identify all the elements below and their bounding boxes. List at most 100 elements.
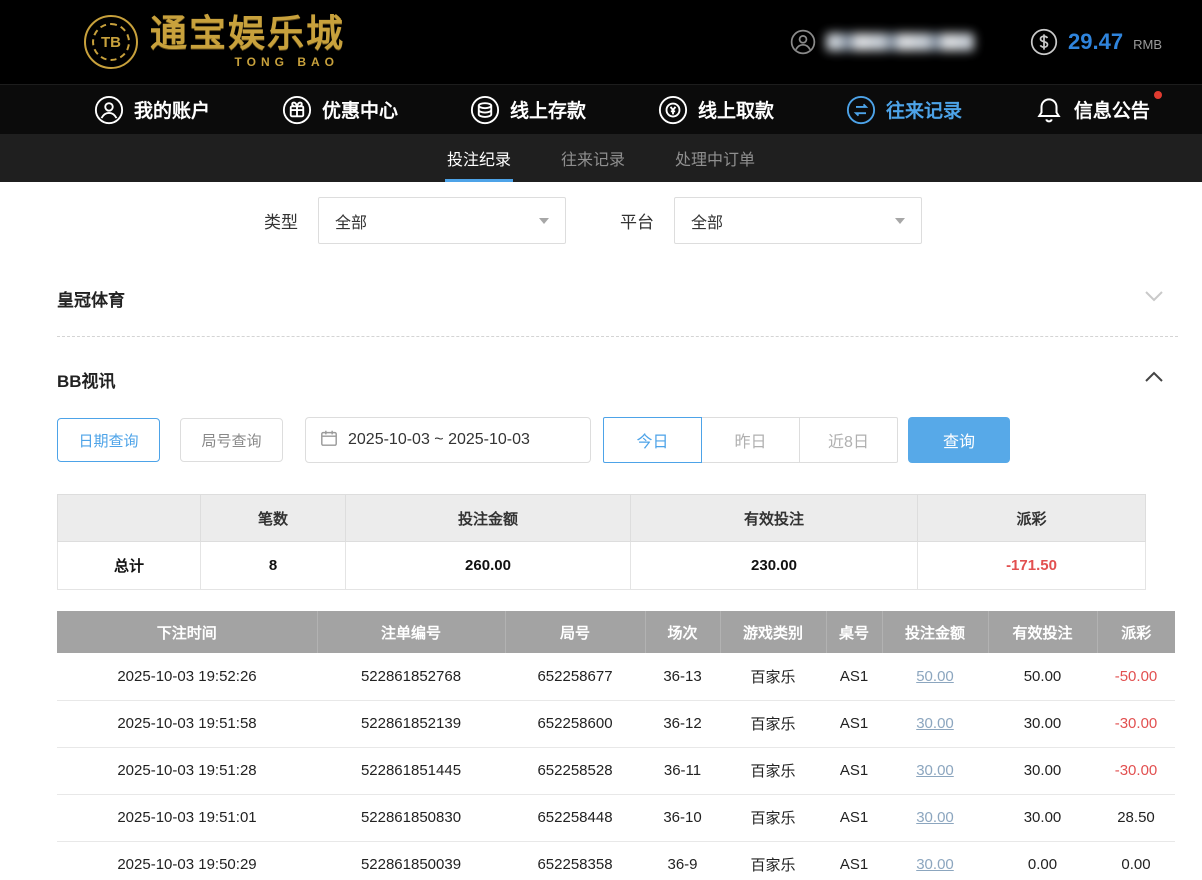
cell-round: 652258677	[505, 653, 645, 701]
platform-select[interactable]: 全部	[674, 197, 922, 244]
yesterday-button[interactable]: 昨日	[701, 417, 800, 463]
nav-label: 我的账户	[134, 101, 211, 122]
tab-pending-orders[interactable]: 处理中订单	[673, 134, 757, 182]
tab-bet-records[interactable]: 投注纪录	[444, 134, 513, 182]
payout-cell: -30.00	[1097, 700, 1175, 748]
bet-amount-link[interactable]: 50.00	[916, 668, 954, 685]
cell-session: 36-10	[645, 794, 720, 842]
cell-bet-id: 522861850830	[317, 794, 505, 842]
type-filter-label: 类型	[264, 213, 298, 232]
header-table: 桌号	[826, 611, 883, 653]
cell-table: AS1	[826, 747, 882, 795]
summary-total-row: 总计 8 260.00 230.00 -171.50	[57, 541, 1146, 590]
nav-item-withdraw[interactable]: 线上取款	[658, 95, 774, 125]
filter-row: 类型 全部 平台 全部	[0, 182, 1202, 258]
last8days-button[interactable]: 近8日	[799, 417, 898, 463]
cell-bet-id: 522861852139	[317, 700, 505, 748]
user-account[interactable]	[790, 29, 975, 55]
cell-valid: 30.00	[988, 747, 1097, 795]
platform-filter-label: 平台	[620, 213, 654, 232]
section-crown-sports[interactable]: 皇冠体育	[0, 276, 1202, 320]
cell-round: 652258528	[505, 747, 645, 795]
payout-cell: -50.00	[1097, 653, 1175, 701]
type-select[interactable]: 全部	[318, 197, 566, 244]
chevron-down-icon[interactable]	[1144, 289, 1164, 307]
cell-game: 百家乐	[720, 700, 826, 748]
deposit-icon	[470, 95, 500, 125]
tb-monogram: TB	[92, 23, 130, 61]
cell-bet-id: 522861851445	[317, 747, 505, 795]
summary-total-label: 总计	[57, 541, 201, 590]
avatar-icon	[790, 29, 816, 55]
quick-range-group: 今日 昨日 近8日	[603, 417, 898, 463]
date-query-button[interactable]: 日期查询	[57, 418, 160, 462]
nav-label: 往来记录	[885, 101, 962, 122]
nav-item-deposit[interactable]: 线上存款	[470, 95, 586, 125]
header-time: 下注时间	[57, 611, 318, 653]
cell-round: 652258448	[505, 794, 645, 842]
nav-item-promotions[interactable]: 优惠中心	[282, 95, 398, 125]
bb-query-controls: 日期查询 局号查询 2025-10-03 ~ 2025-10-03 今日 昨日 …	[57, 417, 1202, 463]
section-bb-live[interactable]: BB视讯	[0, 357, 1202, 401]
search-button[interactable]: 查询	[908, 417, 1010, 463]
calendar-icon	[320, 429, 338, 452]
cell-game: 百家乐	[720, 794, 826, 842]
cell-valid: 30.00	[988, 700, 1097, 748]
cell-game: 百家乐	[720, 747, 826, 795]
cell-table: AS1	[826, 794, 882, 842]
round-query-button[interactable]: 局号查询	[180, 418, 283, 462]
header-round: 局号	[505, 611, 646, 653]
balance-currency: RMB	[1133, 37, 1162, 52]
summary-header-payout: 派彩	[917, 494, 1146, 542]
cell-table: AS1	[826, 841, 882, 880]
nav-item-my-account[interactable]: 我的账户	[94, 95, 210, 125]
user-icon	[94, 95, 124, 125]
cell-session: 36-13	[645, 653, 720, 701]
summary-header-valid-bet: 有效投注	[630, 494, 918, 542]
cell-session: 36-11	[645, 747, 720, 795]
payout-cell: 28.50	[1097, 794, 1175, 842]
payout-cell: 0.00	[1097, 841, 1175, 880]
bet-records-table: 下注时间 注单编号 局号 场次 游戏类别 桌号 投注金额 有效投注 派彩 202…	[57, 611, 1175, 880]
table-row: 2025-10-03 19:50:29 522861850039 6522583…	[57, 841, 1175, 880]
bet-amount-link[interactable]: 30.00	[916, 856, 954, 873]
records-icon	[846, 95, 876, 125]
today-button[interactable]: 今日	[603, 417, 702, 463]
cell-time: 2025-10-03 19:51:01	[57, 794, 317, 842]
nav-item-records[interactable]: 往来记录	[846, 95, 962, 125]
summary-count: 8	[200, 541, 346, 590]
balance-display: 29.47 RMB	[1030, 28, 1162, 56]
chevron-up-icon[interactable]	[1144, 370, 1164, 388]
nav-label: 线上取款	[697, 101, 774, 122]
nav-label: 线上存款	[509, 101, 586, 122]
brand-logo[interactable]: TB 通宝娱乐城 TONG BAO	[84, 15, 345, 69]
header-payout: 派彩	[1097, 611, 1175, 653]
bet-amount-link[interactable]: 30.00	[916, 762, 954, 779]
payout-cell: -30.00	[1097, 747, 1175, 795]
header-amount: 投注金额	[882, 611, 989, 653]
bet-amount-link[interactable]: 30.00	[916, 809, 954, 826]
cell-round: 652258600	[505, 700, 645, 748]
nav-label: 优惠中心	[321, 101, 398, 122]
summary-bet-amount: 260.00	[345, 541, 631, 590]
header-game: 游戏类别	[720, 611, 827, 653]
notification-dot	[1153, 90, 1162, 99]
bet-table-header-row: 下注时间 注单编号 局号 场次 游戏类别 桌号 投注金额 有效投注 派彩	[57, 611, 1175, 653]
tab-transaction-records[interactable]: 往来记录	[559, 134, 627, 182]
cell-bet-id: 522861850039	[317, 841, 505, 880]
balance-amount: 29.47	[1068, 29, 1124, 54]
type-select-value: 全部	[335, 214, 368, 232]
nav-item-announcements[interactable]: 信息公告	[1034, 90, 1162, 125]
dollar-icon[interactable]	[1030, 28, 1058, 56]
cell-time: 2025-10-03 19:51:58	[57, 700, 317, 748]
header-session: 场次	[645, 611, 721, 653]
date-range-input[interactable]: 2025-10-03 ~ 2025-10-03	[305, 417, 591, 463]
username-blurred	[826, 33, 975, 51]
cell-valid: 30.00	[988, 794, 1097, 842]
cell-session: 36-9	[645, 841, 720, 880]
summary-header-bet-amount: 投注金额	[345, 494, 631, 542]
cell-table: AS1	[826, 700, 882, 748]
cell-valid: 0.00	[988, 841, 1097, 880]
bet-amount-link[interactable]: 30.00	[916, 715, 954, 732]
cell-time: 2025-10-03 19:51:28	[57, 747, 317, 795]
